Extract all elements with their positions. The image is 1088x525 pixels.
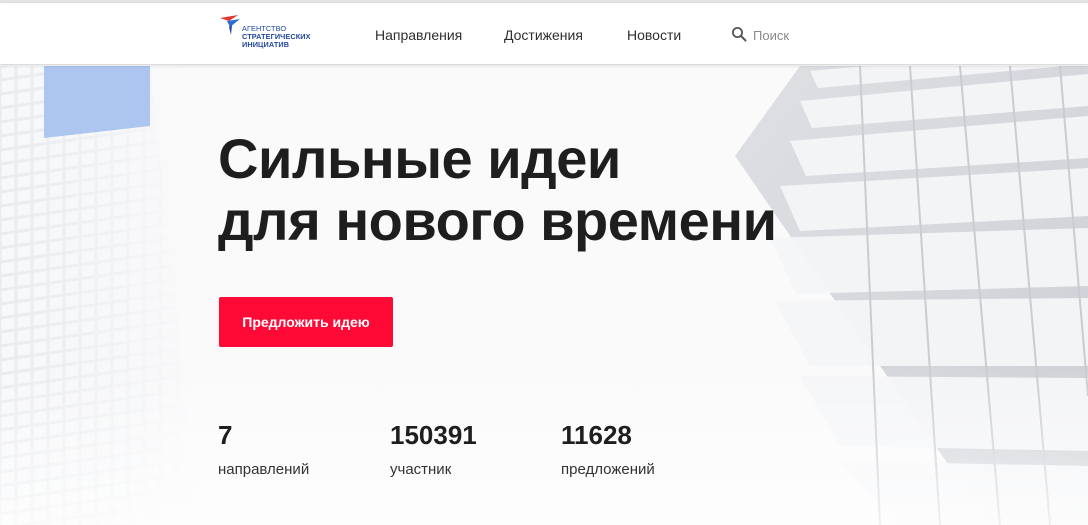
site-header: Агентство стратегических инициатив Напра…	[0, 3, 1088, 65]
stat-value: 11628	[561, 420, 632, 450]
logo-mark-icon	[220, 15, 240, 35]
logo-line-3: инициатив	[242, 40, 290, 49]
logo-text: Агентство стратегических инициатив	[242, 25, 311, 49]
search-input[interactable]	[753, 25, 839, 45]
page-title: Сильные идеи для нового времени	[218, 128, 777, 252]
page-title-line-1: Сильные идеи	[218, 127, 621, 190]
stat-value: 150391	[390, 420, 477, 450]
propose-idea-button[interactable]: Предложить идею	[219, 297, 393, 347]
nav-directions[interactable]: Направления	[375, 27, 462, 43]
stat-value: 7	[218, 420, 233, 450]
stat-proposals: 11628 предложений	[561, 420, 655, 478]
nav-news[interactable]: Новости	[627, 27, 681, 43]
stat-participants: 150391 участник	[390, 420, 477, 478]
stat-label: предложений	[561, 461, 655, 478]
agency-logo[interactable]: Агентство стратегических инициатив	[218, 14, 328, 56]
search-box[interactable]	[731, 25, 841, 45]
page-title-line-2: для нового времени	[218, 189, 777, 252]
stat-label: направлений	[218, 461, 310, 478]
nav-achievements[interactable]: Достижения	[504, 27, 583, 43]
stat-directions: 7 направлений	[218, 420, 309, 478]
stat-label: участник	[390, 461, 452, 478]
search-icon[interactable]	[731, 26, 747, 42]
